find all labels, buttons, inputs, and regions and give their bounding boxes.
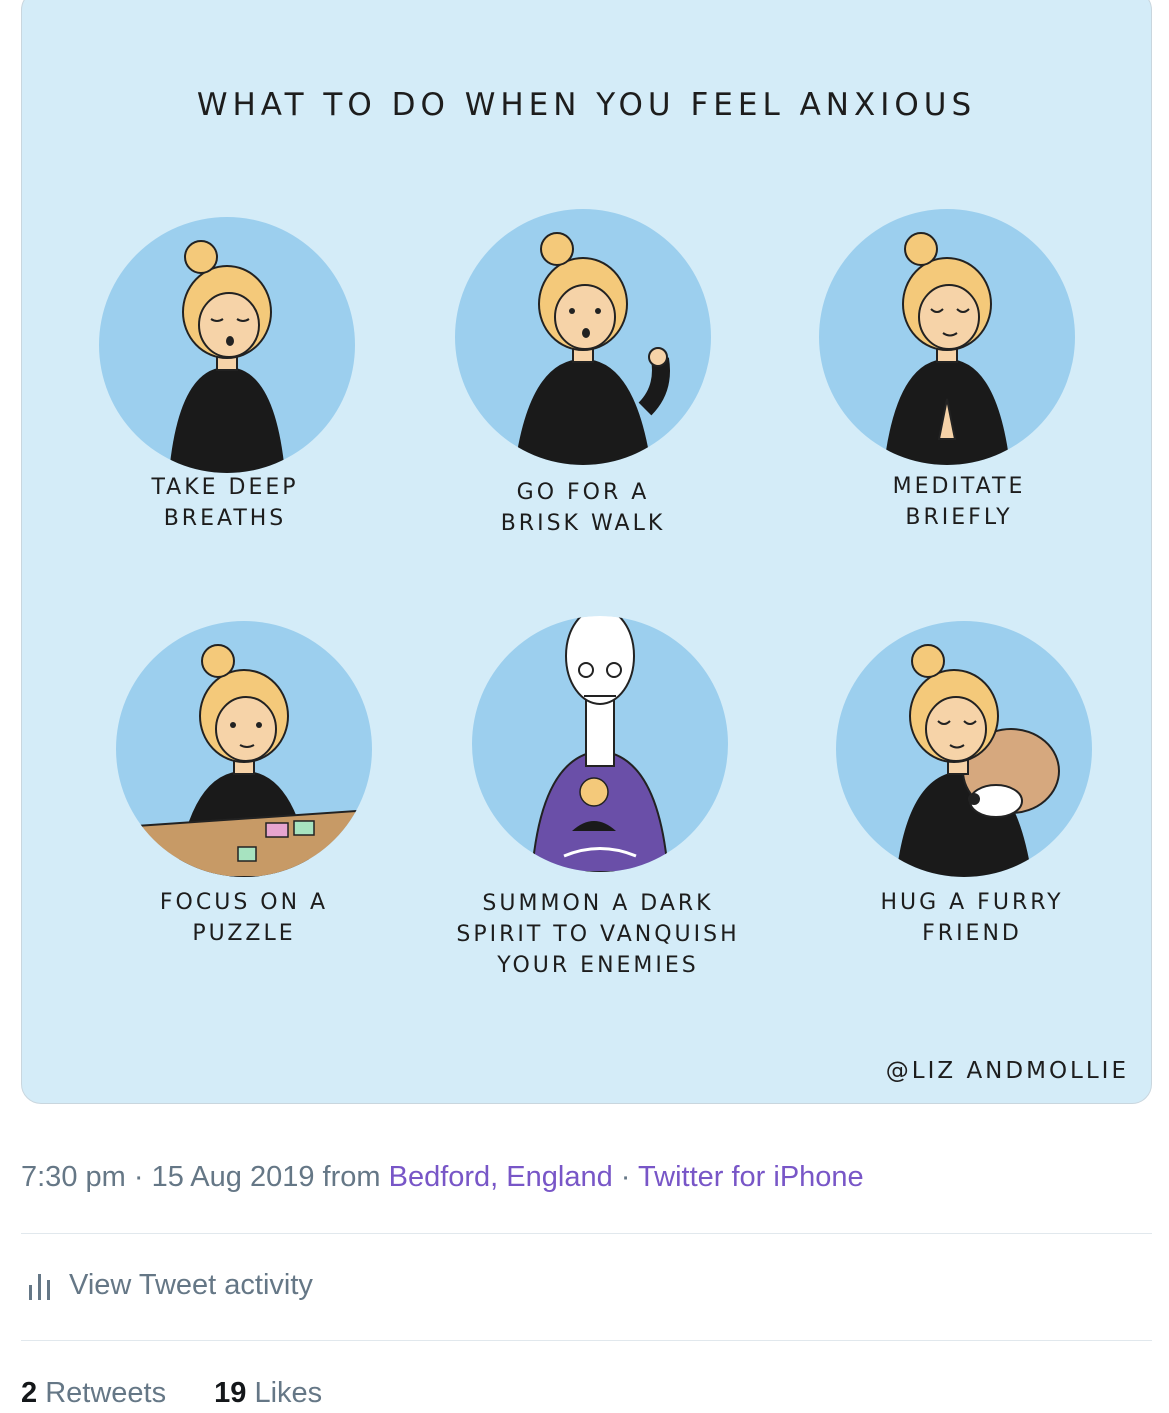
- tweet-timestamp-line: 7:30 pm · 15 Aug 2019 from Bedford, Engl…: [21, 1161, 864, 1194]
- likes-count: 19: [214, 1377, 247, 1409]
- skeleton-spirit-illustration: [530, 616, 670, 872]
- from-label: from: [322, 1161, 381, 1193]
- artist-credit: @LIZ ANDMOLLIE: [885, 1058, 1129, 1084]
- divider: [21, 1340, 1152, 1341]
- panel-caption: MEDITATE BRIEFLY: [892, 474, 1026, 530]
- woman-hugging-dog-illustration: [896, 644, 1060, 877]
- separator: ·: [133, 1161, 144, 1193]
- comic-title: WHAT TO DO WHEN YOU FEEL ANXIOUS: [196, 87, 977, 123]
- retweets-count: 2: [21, 1377, 38, 1409]
- likes-stat[interactable]: 19 Likes: [214, 1377, 322, 1409]
- panel-illustration: [99, 217, 355, 473]
- woman-meditating-illustration: [884, 232, 1010, 465]
- divider: [21, 1233, 1152, 1234]
- woman-walking-illustration: [515, 232, 670, 465]
- panel-caption: HUG A FURRY FRIEND: [880, 890, 1064, 946]
- woman-puzzle-illustration: [116, 644, 372, 877]
- activity-label: View Tweet activity: [69, 1268, 313, 1301]
- panel-caption: GO FOR A BRISK WALK: [500, 480, 666, 536]
- likes-label: Likes: [254, 1377, 323, 1409]
- client-link[interactable]: Twitter for iPhone: [638, 1161, 864, 1193]
- panel-illustration: [819, 209, 1075, 465]
- panel-illustration: [472, 616, 728, 872]
- panel-illustration: [836, 621, 1092, 877]
- woman-breathing-illustration: [169, 240, 285, 473]
- panel-caption: TAKE DEEP BREATHS: [151, 475, 299, 531]
- retweets-stat[interactable]: 2 Retweets: [21, 1377, 166, 1409]
- view-tweet-activity-button[interactable]: View Tweet activity: [27, 1268, 313, 1302]
- panel-caption: SUMMON A DARK SPIRIT TO VANQUISH YOUR EN…: [456, 891, 740, 978]
- retweets-label: Retweets: [45, 1377, 167, 1409]
- tweet-time[interactable]: 7:30 pm: [21, 1161, 126, 1193]
- tweet-image[interactable]: WHAT TO DO WHEN YOU FEEL ANXIOUS TAKE DE…: [21, 0, 1152, 1104]
- panel-illustration: [116, 621, 372, 877]
- engagement-stats: 2 Retweets 19 Likes: [21, 1377, 362, 1410]
- location-link[interactable]: Bedford, England: [389, 1161, 613, 1193]
- bar-chart-icon: [29, 1274, 50, 1300]
- panel-caption: FOCUS ON A PUZZLE: [159, 890, 329, 946]
- tweet-date[interactable]: 15 Aug 2019: [152, 1161, 315, 1193]
- panel-illustration: [455, 209, 711, 465]
- separator: ·: [620, 1161, 631, 1193]
